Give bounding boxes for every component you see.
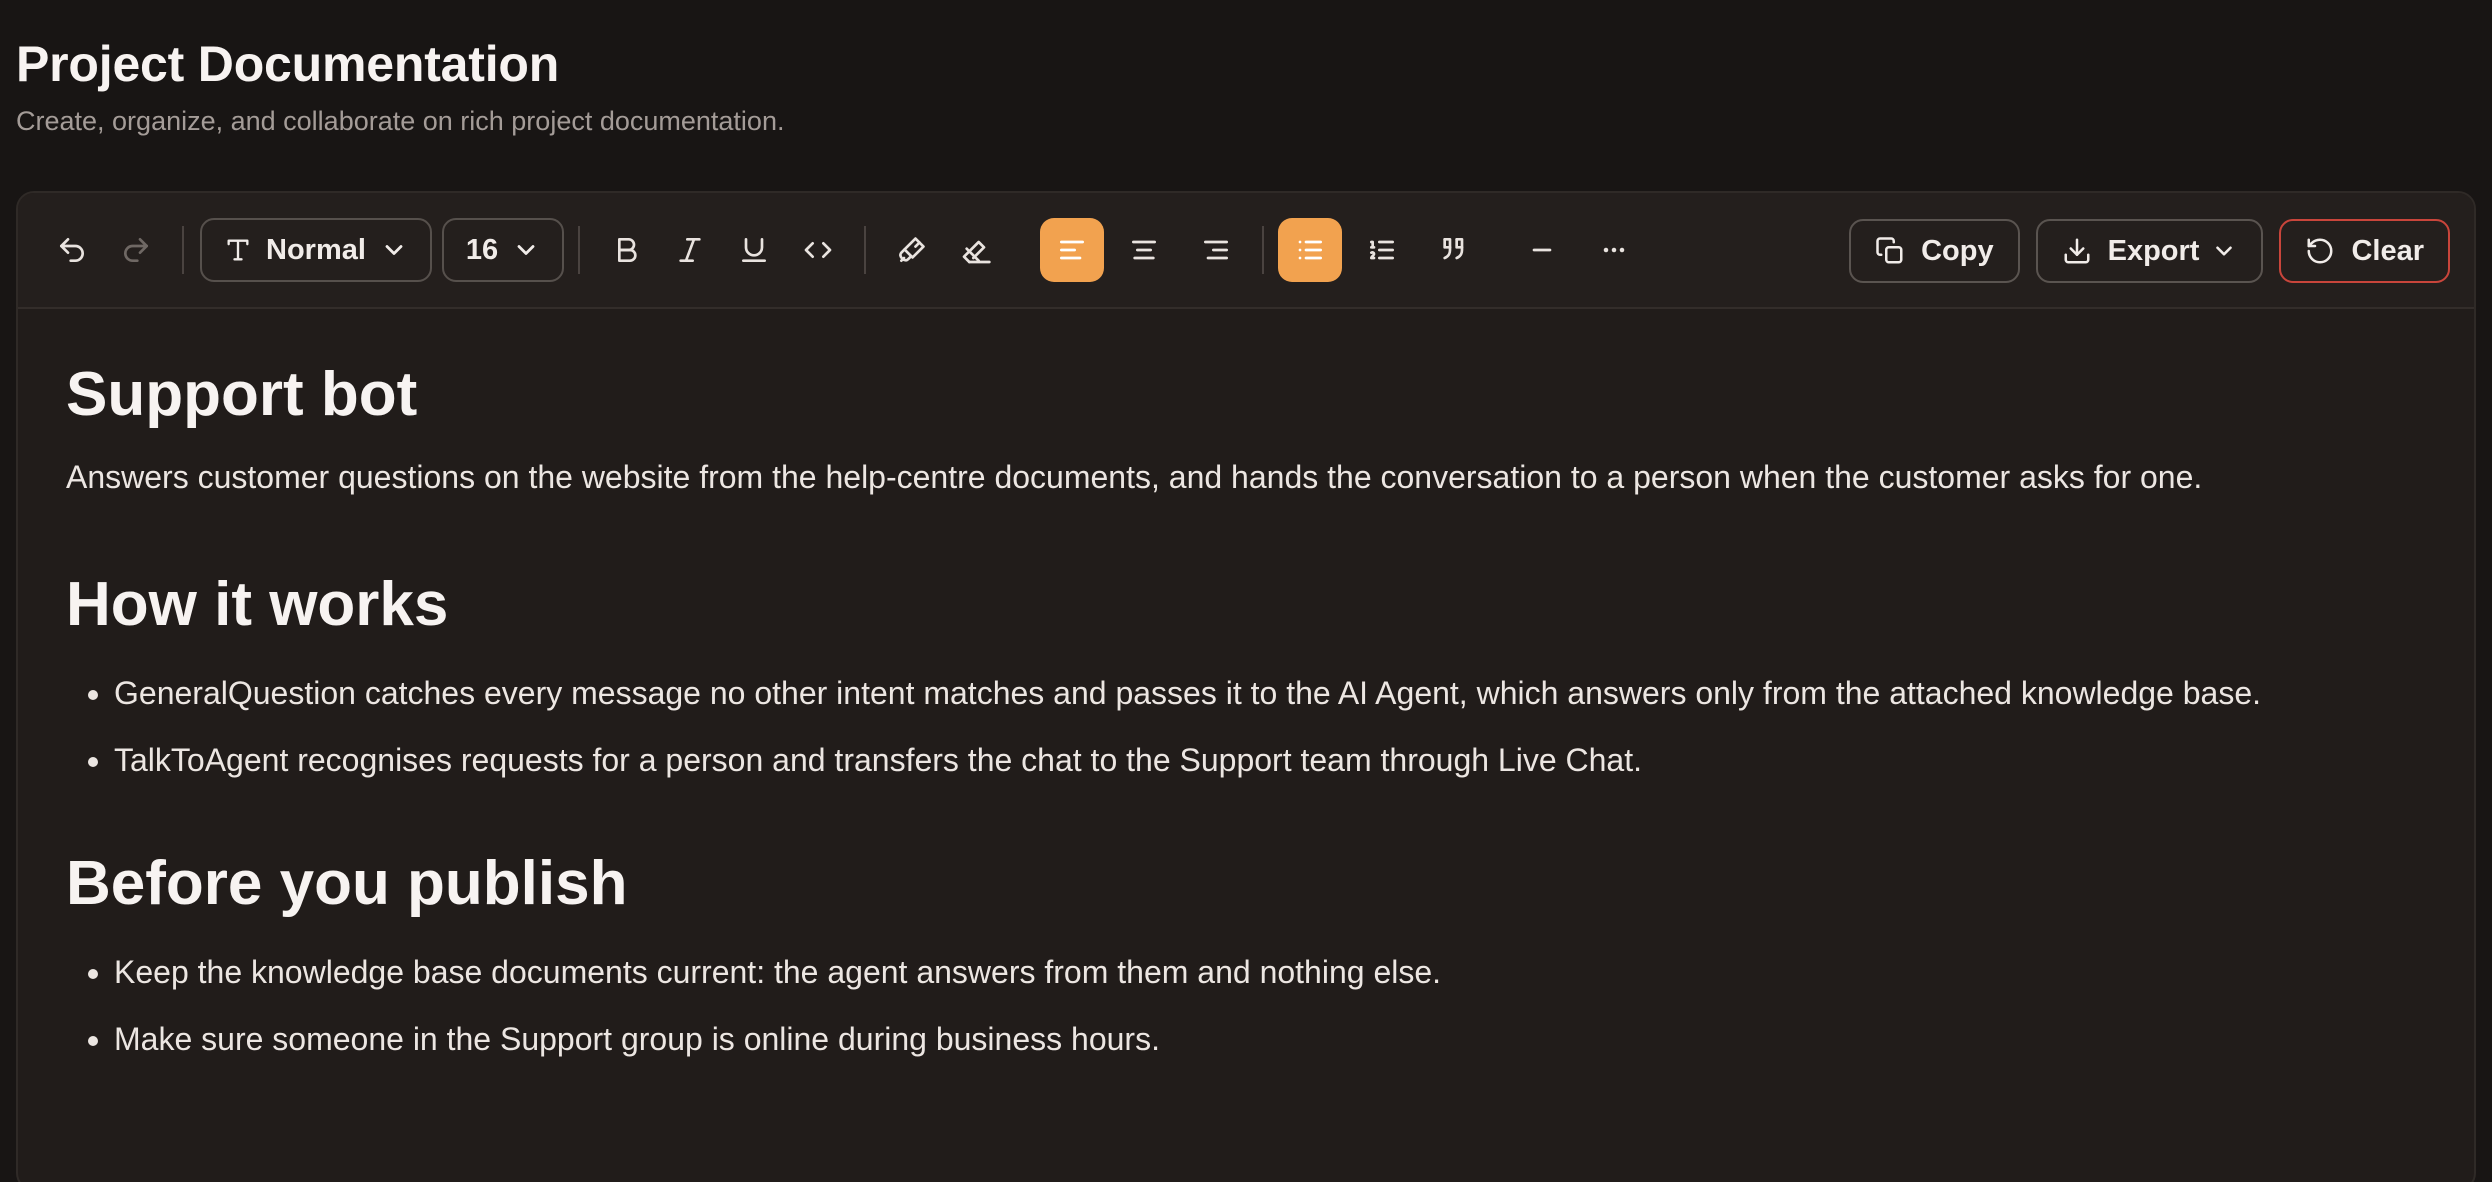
bullet-list-icon — [1298, 240, 1323, 260]
numbered-list-icon — [1370, 240, 1395, 260]
bold-button[interactable] — [594, 218, 658, 282]
font-size-value: 16 — [465, 233, 499, 266]
copy-icon — [1876, 237, 1903, 264]
list-item: Make sure someone in the Support group i… — [114, 1017, 2426, 1061]
block-type-value: Normal — [266, 233, 366, 266]
document-heading: Support bot — [66, 360, 418, 429]
editor-content[interactable]: Support bot Answers customer questions o… — [18, 309, 2474, 1061]
code-icon — [804, 242, 832, 258]
undo-icon — [60, 238, 84, 262]
bullet-list: Keep the knowledge base documents curren… — [66, 950, 2426, 1061]
page: Project Documentation Create, organize, … — [0, 0, 2492, 1182]
list-item: GeneralQuestion catches every message no… — [114, 671, 2426, 715]
block-type-select[interactable]: Normal — [200, 218, 432, 282]
export-button[interactable]: Export — [2035, 219, 2264, 283]
paintbrush-icon — [899, 237, 925, 262]
more-options-button[interactable] — [1582, 218, 1646, 282]
undo-button[interactable] — [40, 218, 104, 282]
document-paragraph: Answers customer questions on the websit… — [66, 459, 2203, 495]
document-heading: Before you publish — [66, 849, 628, 918]
document-heading: How it works — [66, 570, 449, 639]
underline-button[interactable] — [722, 218, 786, 282]
redo-icon — [124, 238, 148, 262]
bullet-list: GeneralQuestion catches every message no… — [66, 671, 2426, 782]
download-icon — [2064, 238, 2090, 264]
clear-button[interactable]: Clear — [2279, 219, 2450, 283]
more-horizontal-icon — [1603, 247, 1625, 253]
underline-icon — [742, 238, 767, 262]
list-item: Keep the knowledge base documents curren… — [114, 950, 2426, 994]
align-center-icon — [1132, 240, 1157, 260]
page-title: Project Documentation — [16, 36, 560, 92]
rich-text-editor: Normal 16 Copy Export Clear Support bot … — [16, 191, 2476, 1182]
inline-code-button[interactable] — [786, 218, 850, 282]
toolbar-separator — [182, 226, 184, 274]
horizontal-rule-button[interactable] — [1510, 218, 1574, 282]
editor-toolbar: Normal 16 Copy Export Clear — [18, 193, 2474, 309]
toolbar-separator — [1262, 226, 1265, 274]
toolbar-actions: Copy Export Clear — [1849, 219, 2450, 283]
eraser-icon — [962, 240, 991, 264]
chevron-down-icon — [517, 245, 535, 255]
reset-icon — [2307, 238, 2333, 264]
chevron-down-icon — [385, 245, 403, 255]
redo-button[interactable] — [104, 218, 168, 282]
minus-icon — [1532, 248, 1552, 252]
align-left-icon — [1060, 240, 1085, 260]
list-item: TalkToAgent recognises requests for a pe… — [114, 738, 2426, 782]
font-size-select[interactable]: 16 — [441, 218, 565, 282]
text-type-icon — [227, 239, 249, 261]
page-subtitle: Create, organize, and collaborate on ric… — [16, 106, 785, 136]
align-right-button[interactable] — [1184, 218, 1248, 282]
align-left-button[interactable] — [1040, 218, 1105, 282]
bold-icon — [618, 238, 637, 262]
bullet-list-button[interactable] — [1278, 218, 1343, 282]
toolbar-separator — [864, 226, 867, 274]
copy-button[interactable]: Copy — [1849, 219, 2020, 283]
copy-label: Copy — [1921, 234, 1994, 267]
chevron-down-icon — [2216, 246, 2233, 256]
export-label: Export — [2107, 234, 2200, 267]
align-center-button[interactable] — [1112, 218, 1176, 282]
clear-format-button[interactable] — [944, 218, 1008, 282]
highlight-button[interactable] — [880, 218, 944, 282]
italic-button[interactable] — [658, 218, 722, 282]
blockquote-button[interactable] — [1422, 218, 1486, 282]
clear-label: Clear — [2351, 234, 2424, 267]
toolbar-separator — [578, 226, 581, 274]
quote-icon — [1443, 238, 1464, 260]
align-right-icon — [1204, 240, 1229, 260]
numbered-list-button[interactable] — [1350, 218, 1414, 282]
italic-icon — [679, 238, 701, 262]
